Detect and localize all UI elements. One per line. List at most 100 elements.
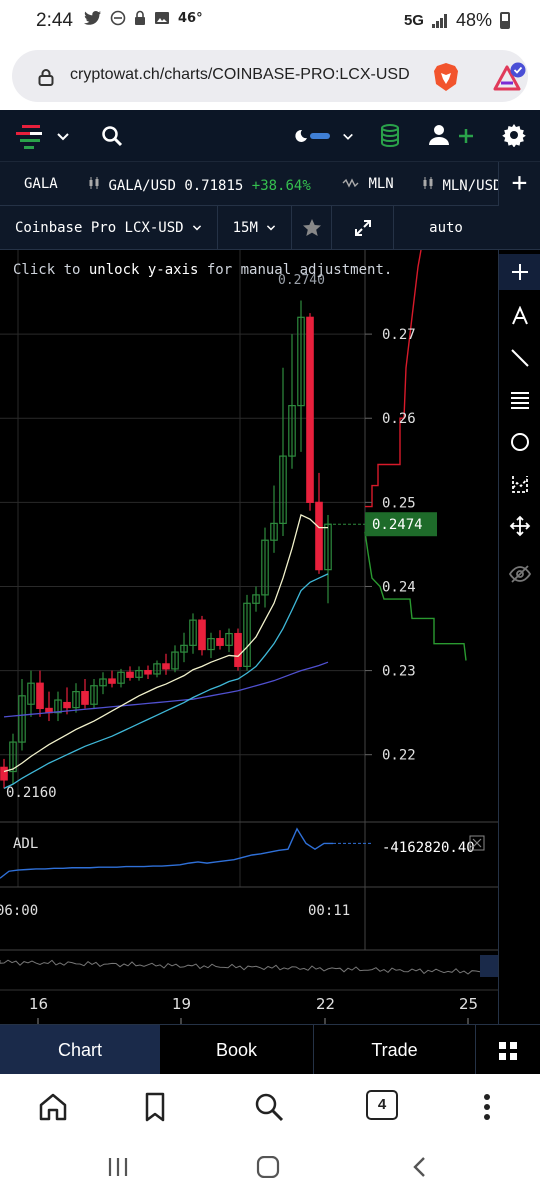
candle-body [36,682,44,710]
home-button-icon[interactable] [256,1156,280,1178]
address-field[interactable]: cryptowat.ch/charts/COINBASE-PRO:LCX-USD [12,50,528,102]
navigator-tick-label: 16 [29,995,48,1013]
network-label: 5G [403,12,424,29]
bookmark-icon[interactable] [138,1090,172,1124]
candle-body [162,663,170,670]
ticker-item[interactable]: GALA [24,176,58,192]
candle-body [198,619,206,651]
text-icon [512,306,528,325]
more-grid-button[interactable] [476,1025,540,1075]
candle-body [144,669,152,675]
adl-value: -4162820.40 [382,840,475,856]
cryptowatch-logo-icon [16,125,42,149]
candles-layer [0,300,332,789]
plus-icon [459,129,473,143]
add-ticker-button[interactable]: + [498,162,540,206]
scale-selector[interactable]: auto [394,206,498,250]
tab-trade[interactable]: Trade [314,1025,476,1075]
temperature: 46° [178,10,203,26]
ticker-item[interactable]: MLN/USD [422,176,501,194]
chevron-down-icon [57,133,69,141]
tab-book[interactable]: Book [160,1025,314,1075]
battery-icon [500,12,510,29]
wave-icon [342,178,359,188]
circle-icon [511,433,529,451]
more-vertical-icon[interactable] [470,1090,504,1124]
indicator-label: ADL [13,836,38,852]
crosshair-tool[interactable] [499,254,540,290]
y-tick-label: 0.24 [382,579,416,595]
navigator-tick-label: 19 [172,995,191,1013]
theme-toggle[interactable] [292,124,358,150]
line-icon [511,349,529,367]
navigator-tick-label: 25 [459,995,478,1013]
status-bar: 2:44 46° 5G 48% [0,0,540,44]
price-tag-text: 0.2474 [372,517,423,533]
hide-drawings-tool[interactable] [499,556,540,592]
signal-icon [431,13,448,28]
candle-body [0,766,8,781]
candles-icon [423,177,433,189]
navigator-window[interactable] [480,955,498,977]
menu-button[interactable] [14,122,74,150]
ticker-item[interactable]: MLN [342,176,394,192]
adl-line [0,827,372,879]
candle-body [108,678,116,684]
home-icon[interactable] [36,1090,70,1124]
tabs-button[interactable]: 4 [366,1090,398,1120]
expand-icon [354,220,371,236]
bat-rewards-icon[interactable] [492,62,526,92]
moon-icon [295,129,307,142]
ticker-item[interactable]: GALA/USD 0.71815 +38.64% [88,176,311,194]
plus-icon [512,264,528,280]
search-icon[interactable] [252,1090,286,1124]
measure-tool[interactable] [499,466,540,502]
circle-tool[interactable] [499,424,540,460]
horizontal-lines-tool[interactable] [499,382,540,418]
favorite-button[interactable] [292,206,332,250]
interval-selector[interactable]: 15M [218,206,292,250]
candle-body [81,691,89,705]
adl-path [0,827,333,879]
move-tool[interactable] [499,508,540,544]
unlock-link[interactable]: unlock y-axis [89,262,199,278]
lock-status-icon [135,10,145,25]
text-tool[interactable] [499,298,540,334]
tab-chart[interactable]: Chart [0,1025,160,1075]
account-button[interactable] [428,123,478,149]
search-icon[interactable] [100,124,124,148]
status-time: 2:44 [36,10,73,31]
lines-icon [511,392,529,409]
fullscreen-button[interactable] [332,206,394,250]
y-tick-label: 0.22 [382,748,416,764]
recents-icon[interactable] [106,1156,130,1178]
brave-shield-icon[interactable] [432,62,460,92]
candle-body [63,701,71,709]
star-icon [302,219,321,236]
status-icons: 46° [84,10,203,26]
y-axis[interactable]: 0.27 0.26 0.25 0.24 0.23 0.22 [365,327,416,764]
eye-off-icon [509,565,531,583]
lock-icon[interactable] [38,68,54,86]
navigator-axis: 16 19 22 25 [29,995,478,1024]
coins-icon[interactable] [378,123,402,149]
trendline-tool[interactable] [499,340,540,376]
measure-icon [512,476,528,493]
drawing-toolbar [498,250,540,1024]
unlock-yaxis-hint[interactable]: Click to unlock y-axis for manual adjust… [13,262,392,278]
back-icon[interactable] [410,1156,430,1178]
status-right: 5G 48% [404,10,510,31]
gear-icon[interactable] [502,123,526,147]
user-icon [429,125,449,145]
ask-depth-line [365,250,422,508]
image-icon [155,12,169,24]
y-tick-label: 0.27 [382,327,416,343]
market-selector[interactable]: Coinbase Pro LCX-USD [0,206,218,250]
depth-chart [364,250,467,661]
url-text[interactable]: cryptowat.ch/charts/COINBASE-PRO:LCX-USD [70,66,420,84]
candle-body [306,316,314,503]
price-chart[interactable]: 0.270.260.250.240.230.22 0.2474 0.2740 0… [0,250,498,1024]
system-nav-bar [0,1138,540,1200]
candles-icon [89,177,99,189]
dnd-icon [110,10,126,26]
